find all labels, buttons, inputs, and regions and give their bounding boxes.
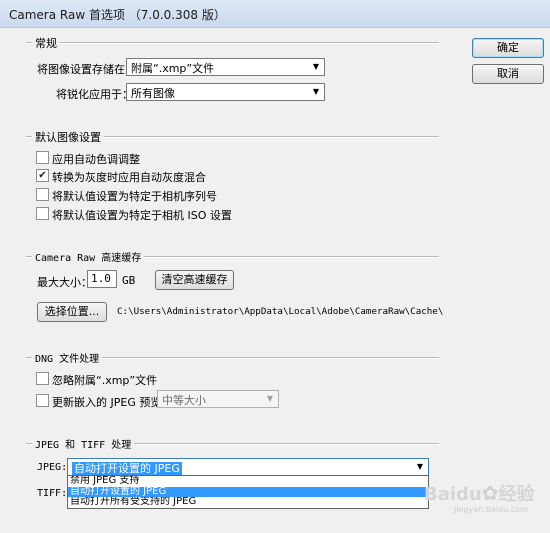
- camera-iso-checkbox[interactable]: [36, 207, 49, 220]
- camera-iso-label: 将默认值设置为特定于相机 ISO 设置: [52, 209, 232, 222]
- auto-tone-checkbox[interactable]: [36, 151, 49, 164]
- update-previews-label: 更新嵌入的 JPEG 预览：: [52, 396, 173, 409]
- max-size-label: 最大大小：: [37, 276, 92, 289]
- save-settings-value: 附属“.xmp”文件: [131, 62, 215, 75]
- chevron-down-icon: ▼: [266, 394, 274, 403]
- ok-button[interactable]: 确定: [472, 38, 544, 58]
- update-previews-checkbox[interactable]: [36, 394, 49, 407]
- cache-legend: Camera Raw 高速缓存: [32, 249, 145, 264]
- tiff-label: TIFF:: [37, 488, 68, 499]
- ignore-sidecar-label: 忽略附属“.xmp”文件: [52, 374, 158, 387]
- option-disable-jpeg[interactable]: 禁用 JPEG 支持: [68, 476, 428, 487]
- sharpen-value: 所有图像: [131, 87, 175, 100]
- jpeg-tiff-legend: JPEG 和 TIFF 处理: [32, 436, 135, 451]
- paw-icon: ✿: [481, 481, 499, 505]
- general-group: 常规: [26, 35, 439, 51]
- sharpen-label: 将锐化应用于：: [56, 88, 133, 101]
- jpeg-options-list[interactable]: 禁用 JPEG 支持 自动打开设置的 JPEG 自动打开所有受支持的 JPEG: [67, 475, 429, 509]
- save-settings-select[interactable]: 附属“.xmp”文件 ▼: [126, 58, 325, 76]
- auto-tone-label: 应用自动色调调整: [52, 153, 140, 166]
- purge-cache-button[interactable]: 清空高速缓存: [155, 270, 234, 290]
- option-auto-open-settings[interactable]: 自动打开设置的 JPEG: [68, 486, 428, 497]
- ignore-sidecar-checkbox[interactable]: [36, 372, 49, 385]
- title-bar: Camera Raw 首选项 （7.0.0.308 版）: [0, 0, 550, 28]
- sharpen-select[interactable]: 所有图像 ▼: [126, 83, 325, 101]
- chevron-down-icon: ▼: [312, 62, 320, 71]
- cancel-button[interactable]: 取消: [472, 64, 544, 84]
- max-size-input[interactable]: 1.0: [87, 270, 117, 288]
- auto-grayscale-label: 转换为灰度时应用自动灰度混合: [52, 171, 206, 184]
- chevron-down-icon: ▼: [312, 87, 320, 96]
- check-icon: ✔: [38, 170, 47, 181]
- dng-group: DNG 文件处理: [26, 350, 439, 365]
- cache-path: C:\Users\Administrator\AppData\Local\Ado…: [117, 306, 444, 317]
- camera-serial-label: 将默认值设置为特定于相机序列号: [52, 190, 217, 203]
- defaults-legend: 默认图像设置: [32, 129, 104, 145]
- watermark-chinese: 经验: [498, 484, 535, 505]
- option-auto-open-all[interactable]: 自动打开所有受支持的 JPEG: [68, 497, 428, 508]
- watermark-sub: jingyan.baidu.com: [454, 505, 528, 514]
- preview-size-value: 中等大小: [162, 394, 206, 407]
- chevron-down-icon: ▼: [416, 462, 424, 471]
- jpeg-tiff-group: JPEG 和 TIFF 处理: [26, 436, 439, 451]
- watermark-brand: Baidu: [424, 484, 482, 505]
- dng-legend: DNG 文件处理: [32, 350, 103, 365]
- auto-grayscale-checkbox[interactable]: ✔: [36, 169, 49, 182]
- cache-group: Camera Raw 高速缓存: [26, 249, 439, 264]
- defaults-group: 默认图像设置: [26, 129, 439, 145]
- jpeg-label: JPEG:: [37, 462, 68, 473]
- size-unit-label: GB: [122, 274, 136, 287]
- save-settings-label: 将图像设置存储在：: [37, 63, 136, 76]
- window-title: Camera Raw 首选项 （7.0.0.308 版）: [9, 8, 226, 22]
- camera-serial-checkbox[interactable]: [36, 188, 49, 201]
- preview-size-select[interactable]: 中等大小 ▼: [157, 390, 279, 408]
- jpeg-value: 自动打开设置的 JPEG: [72, 462, 182, 475]
- general-legend: 常规: [32, 35, 60, 51]
- select-location-button[interactable]: 选择位置...: [37, 302, 107, 322]
- jpeg-select[interactable]: 自动打开设置的 JPEG ▼: [67, 458, 429, 476]
- baidu-watermark: Baidu✿经验 jingyan.baidu.com: [424, 480, 542, 514]
